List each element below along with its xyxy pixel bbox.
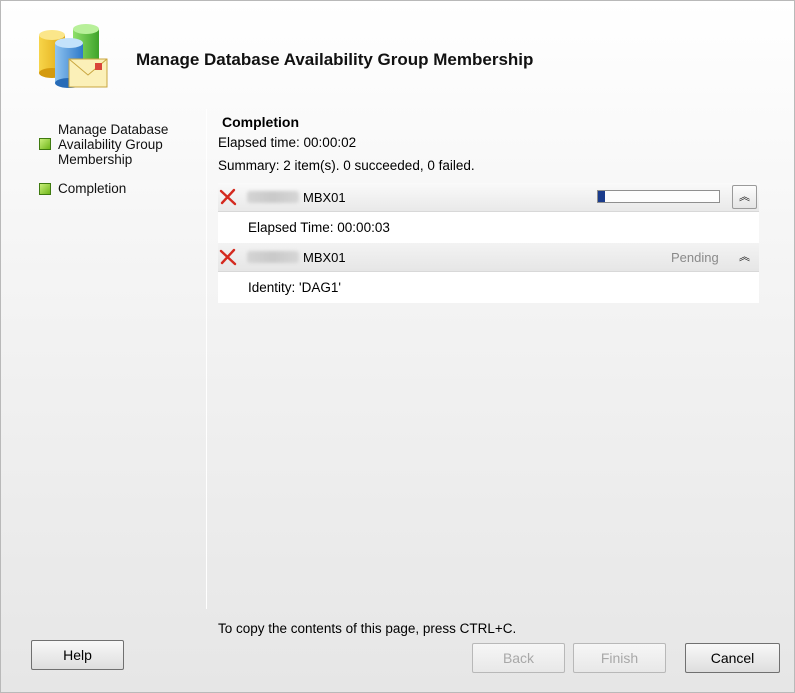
nav-divider	[206, 109, 207, 609]
back-button[interactable]: Back	[472, 643, 565, 673]
step-complete-icon	[39, 138, 51, 150]
task-name: MBX01	[303, 249, 346, 265]
failed-x-icon	[219, 248, 237, 266]
task-detail: Elapsed Time: 00:00:03	[218, 212, 759, 243]
task-row: MBX01 Pending ︽	[218, 243, 759, 272]
help-button[interactable]: Help	[31, 640, 124, 670]
cancel-button[interactable]: Cancel	[685, 643, 780, 673]
nav-step-manage-dag[interactable]: Manage Database Availability Group Membe…	[39, 122, 199, 167]
page-title: Manage Database Availability Group Membe…	[136, 50, 534, 69]
step-current-icon	[39, 183, 51, 195]
failed-x-icon	[219, 188, 237, 206]
task-status: Pending	[671, 250, 719, 265]
summary-text: Summary: 2 item(s). 0 succeeded, 0 faile…	[218, 158, 475, 173]
task-progress-bar	[597, 190, 720, 203]
elapsed-time: Elapsed time: 00:00:02	[218, 135, 357, 150]
nav-step-label: Manage Database Availability Group Membe…	[58, 122, 169, 167]
task-row: MBX01 ︽	[218, 183, 759, 212]
database-mail-icon	[39, 24, 108, 88]
nav-step-completion[interactable]: Completion	[39, 181, 199, 196]
section-title: Completion	[222, 114, 299, 130]
collapse-task-button[interactable]: ︽	[732, 245, 757, 269]
task-detail: Identity: 'DAG1'	[218, 272, 759, 303]
progress-fill	[598, 191, 606, 202]
redacted-server-name	[247, 251, 299, 263]
wizard-steps-nav: Manage Database Availability Group Membe…	[39, 122, 199, 210]
redacted-server-name	[247, 191, 299, 203]
task-list: MBX01 ︽ Elapsed Time: 00:00:03 MBX01 Pen…	[218, 183, 759, 303]
chevron-up-double-icon: ︽	[739, 191, 750, 203]
finish-button[interactable]: Finish	[573, 643, 666, 673]
chevron-up-double-icon: ︽	[739, 251, 750, 263]
collapse-task-button[interactable]: ︽	[732, 185, 757, 209]
copy-hint: To copy the contents of this page, press…	[218, 621, 517, 636]
wizard-window: Manage Database Availability Group Membe…	[0, 0, 795, 693]
nav-step-label: Completion	[58, 181, 127, 196]
task-name: MBX01	[303, 189, 346, 205]
